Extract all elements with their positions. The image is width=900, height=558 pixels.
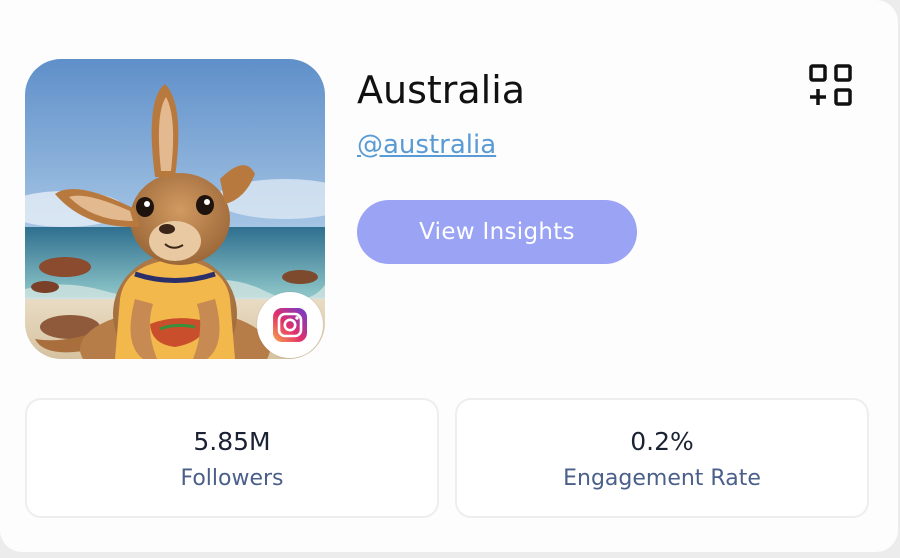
profile-name: Australia	[357, 68, 526, 112]
engagement-rate-label: Engagement Rate	[563, 466, 761, 491]
profile-handle-link[interactable]: @australia	[357, 128, 496, 162]
engagement-rate-value: 0.2%	[630, 427, 694, 456]
view-insights-button[interactable]: View Insights	[357, 200, 637, 264]
followers-label: Followers	[180, 466, 284, 491]
instagram-icon	[273, 308, 307, 342]
instagram-badge	[257, 292, 323, 358]
followers-value: 5.85M	[193, 427, 271, 456]
followers-stat-card: 5.85M Followers	[25, 398, 439, 518]
profile-card: Australia @australia View Insights 5.85M…	[0, 0, 898, 552]
add-widget-button[interactable]	[807, 63, 855, 109]
add-widget-icon	[809, 64, 852, 106]
engagement-stat-card: 0.2% Engagement Rate	[455, 398, 869, 518]
